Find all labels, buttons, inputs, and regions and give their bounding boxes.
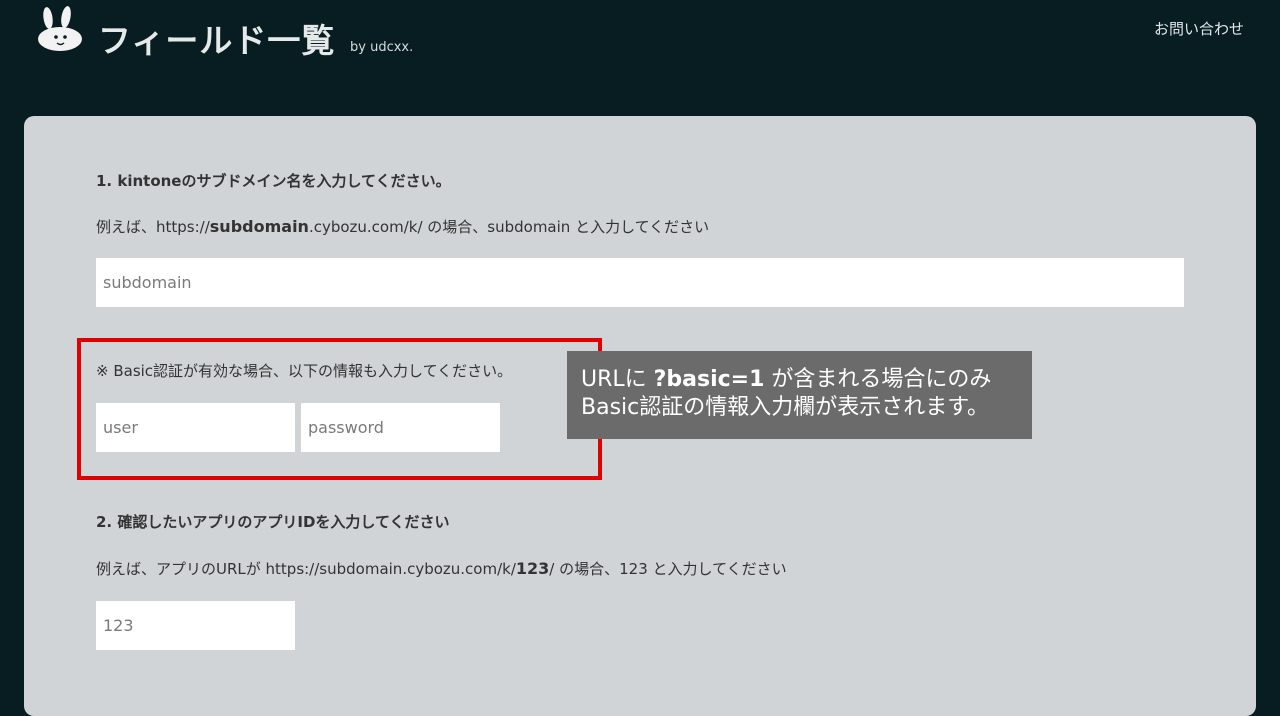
step1-heading: 1. kintoneのサブドメイン名を入力してください。: [96, 172, 451, 190]
subdomain-input[interactable]: [96, 258, 1184, 307]
basic-auth-callout: URLに ?basic=1 が含まれる場合にのみ Basic認証の情報入力欄が表…: [567, 351, 1032, 439]
app-id-input[interactable]: [96, 601, 295, 650]
site-title: フィールド一覧: [98, 21, 336, 60]
callout-line1-suffix: が含まれる場合にのみ: [764, 367, 992, 392]
step2-example-suffix: / の場合、123 と入力してください: [549, 560, 787, 578]
callout-line-1: URLに ?basic=1 が含まれる場合にのみ: [581, 366, 1018, 394]
basic-auth-highlight: [77, 338, 602, 480]
step2-example-bold: 123: [515, 559, 550, 578]
step2-example-prefix: 例えば、アプリのURLが https://subdomain.cybozu.co…: [96, 560, 516, 578]
step1-example: 例えば、https://subdomain.cybozu.com/k/ の場合、…: [96, 216, 709, 237]
callout-line1-prefix: URLに: [581, 367, 654, 392]
callout-line1-bold: ?basic=1: [653, 367, 765, 392]
callout-line-2: Basic認証の情報入力欄が表示されます。: [581, 395, 990, 420]
step1-example-suffix: .cybozu.com/k/ の場合、subdomain と入力してください: [308, 218, 710, 236]
step1-example-prefix: 例えば、https://: [96, 218, 210, 236]
step1-example-bold: subdomain: [209, 217, 309, 236]
rabbit-icon: [38, 6, 82, 51]
contact-link[interactable]: お問い合わせ: [1154, 18, 1244, 39]
site-byline: by udcxx.: [350, 40, 414, 55]
site-header: フィールド一覧 by udcxx. お問い合わせ: [0, 0, 1280, 116]
step2-example: 例えば、アプリのURLが https://subdomain.cybozu.co…: [96, 558, 787, 579]
step2-heading: 2. 確認したいアプリのアプリIDを入力してください: [96, 513, 450, 531]
